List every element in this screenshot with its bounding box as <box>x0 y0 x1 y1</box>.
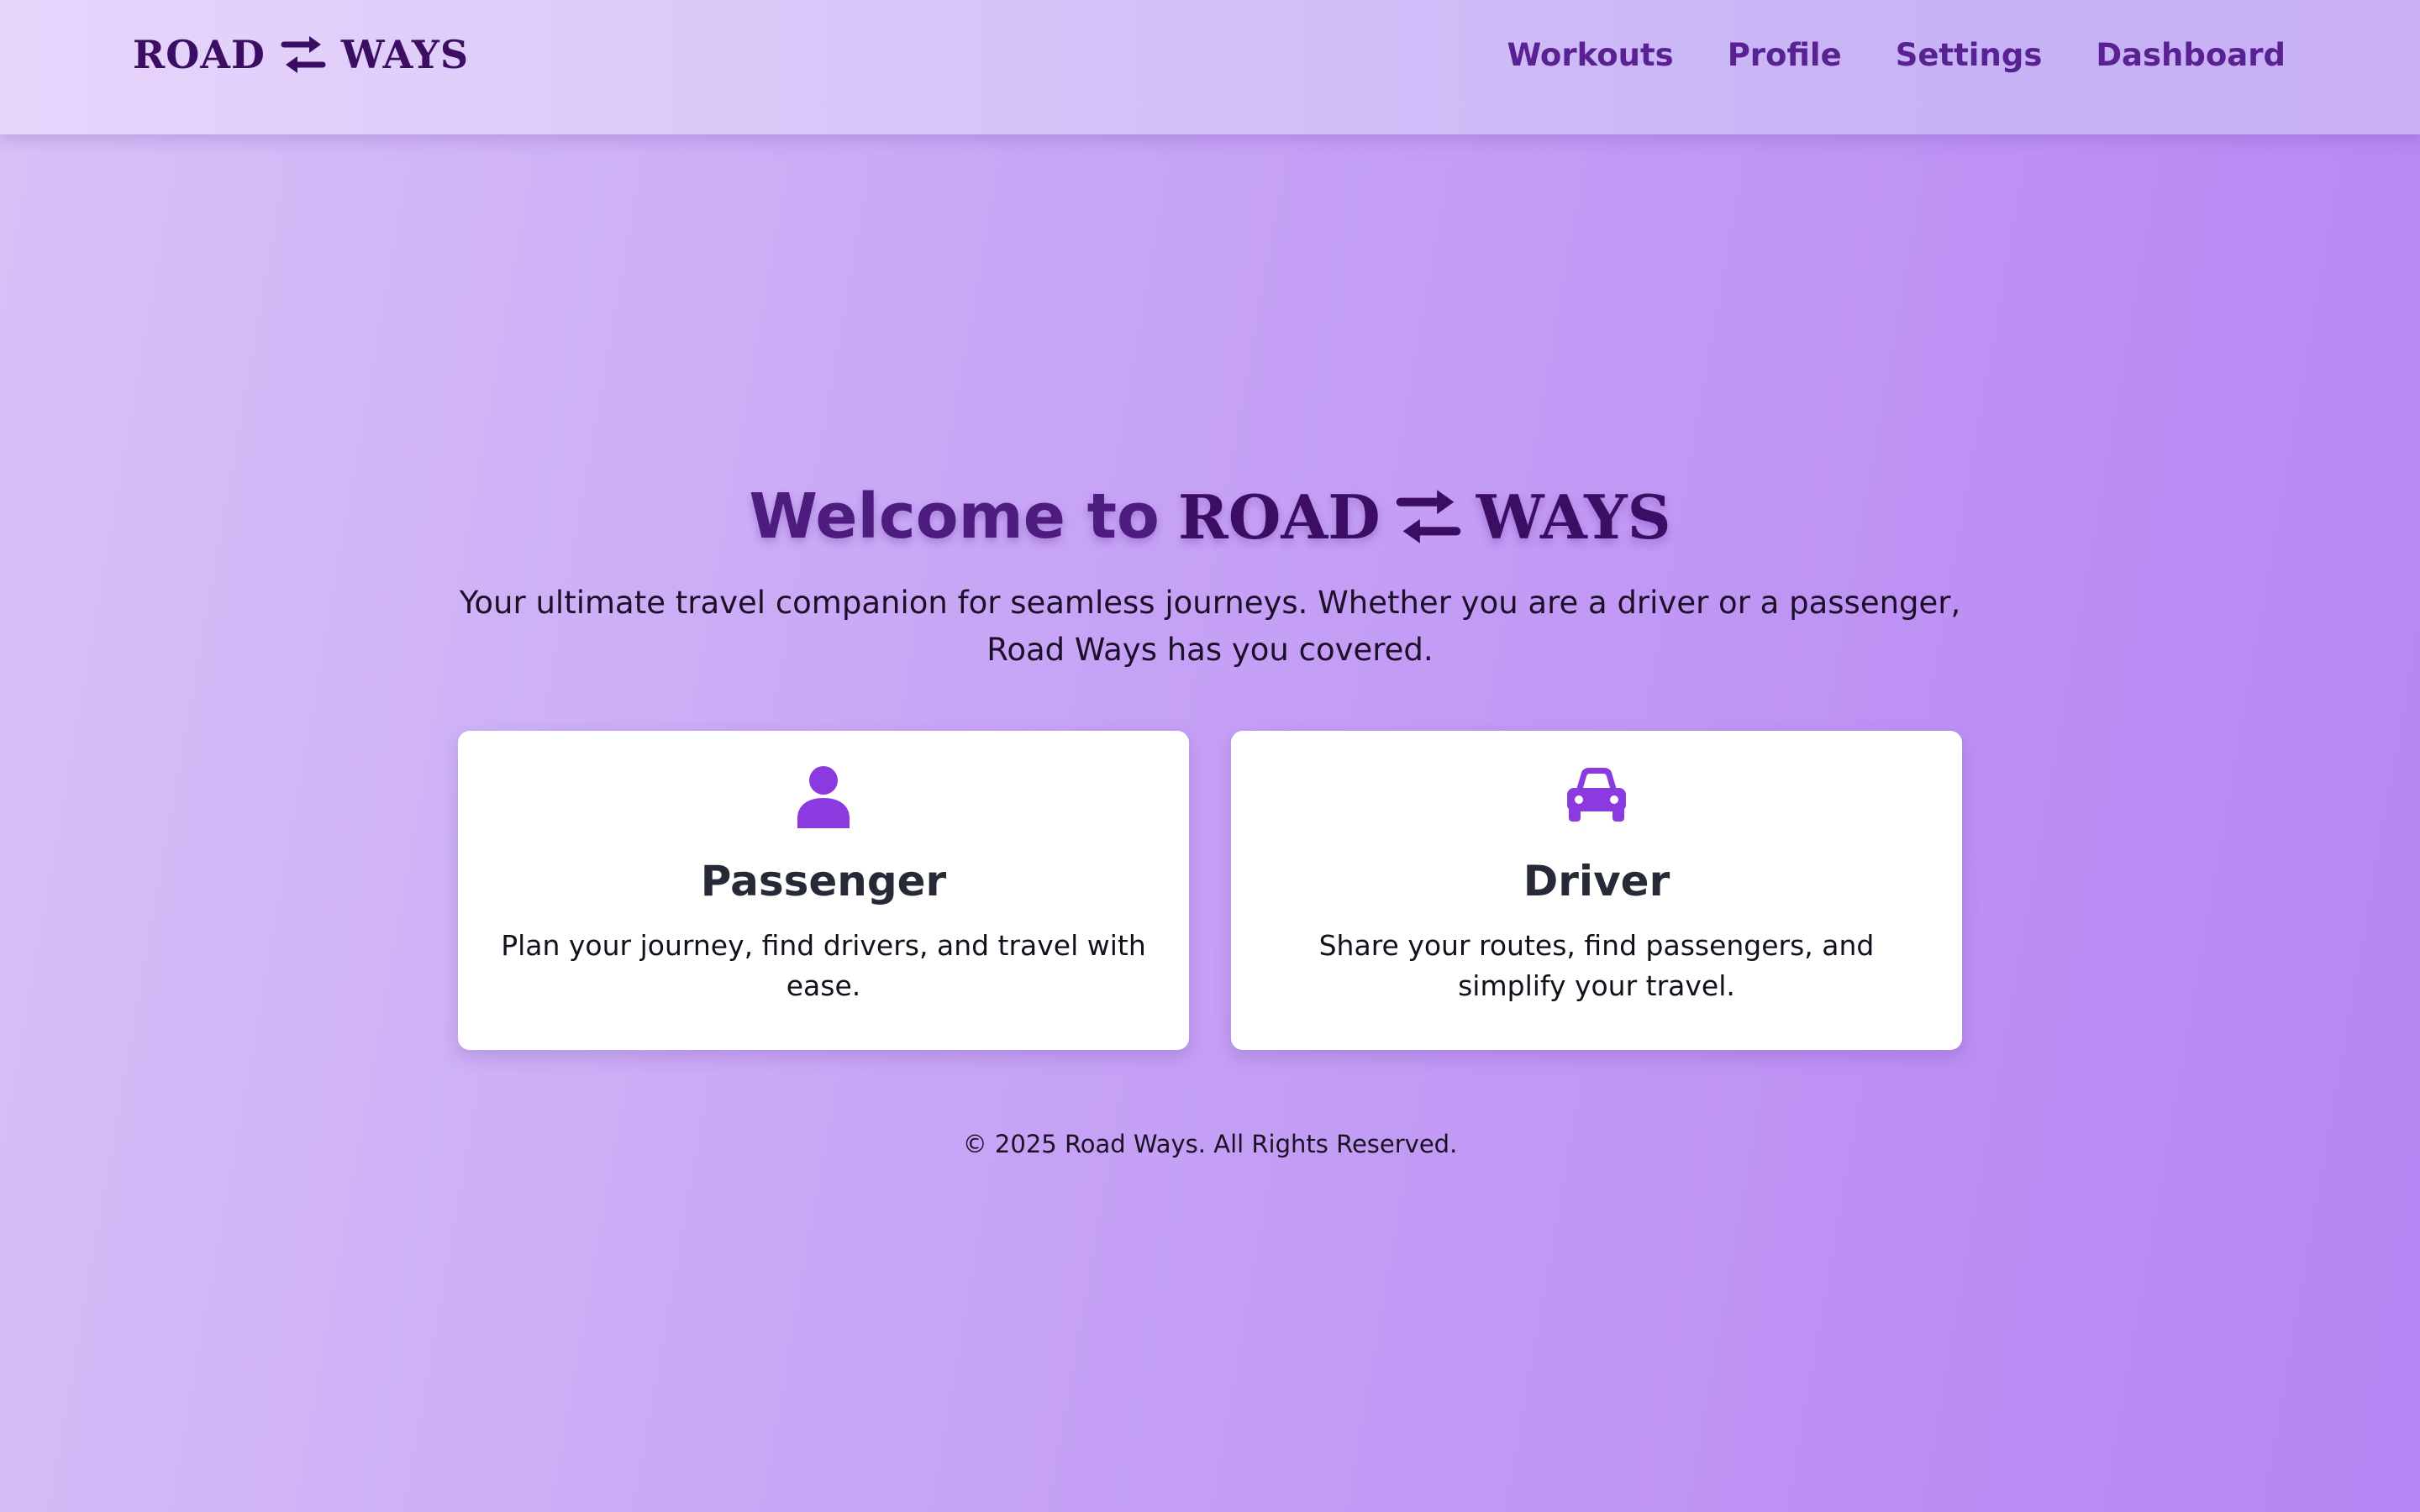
hero-logo: ROAD WAYS <box>1178 481 1671 553</box>
hero-logo-word-right: WAYS <box>1476 480 1671 553</box>
brand-word-right: WAYS <box>340 32 470 77</box>
passenger-card[interactable]: Passenger Plan your journey, find driver… <box>458 731 1189 1050</box>
swap-arrows-icon <box>281 36 326 73</box>
passenger-card-title: Passenger <box>700 857 947 906</box>
footer-copyright: © 2025 Road Ways. All Rights Reserved. <box>962 1130 1458 1158</box>
main-nav: Workouts Profile Settings Dashboard <box>1507 25 2286 84</box>
hero-logo-word-left: ROAD <box>1177 480 1381 553</box>
brand-word-left: ROAD <box>133 32 266 77</box>
nav-link-settings[interactable]: Settings <box>1896 37 2043 73</box>
nav-link-profile[interactable]: Profile <box>1728 37 1842 73</box>
user-icon <box>797 766 850 828</box>
nav-link-dashboard[interactable]: Dashboard <box>2096 37 2286 73</box>
hero-tagline: Your ultimate travel companion for seaml… <box>459 585 1961 668</box>
driver-card-title: Driver <box>1523 857 1670 906</box>
driver-card[interactable]: Driver Share your routes, find passenger… <box>1231 731 1962 1050</box>
hero-title: Welcome to ROAD WAYS <box>0 470 2420 563</box>
top-navbar: ROAD WAYS Workouts Profile Settings Dash… <box>0 0 2420 134</box>
nav-link-workouts[interactable]: Workouts <box>1507 37 1673 73</box>
car-icon <box>1567 768 1626 822</box>
swap-arrows-icon <box>1396 490 1460 543</box>
hero-welcome-text: Welcome to <box>749 480 1160 553</box>
brand-logo[interactable]: ROAD WAYS <box>133 25 469 84</box>
driver-card-description: Share your routes, find passengers, and … <box>1318 929 1875 1002</box>
passenger-card-description: Plan your journey, find drivers, and tra… <box>501 929 1146 1002</box>
